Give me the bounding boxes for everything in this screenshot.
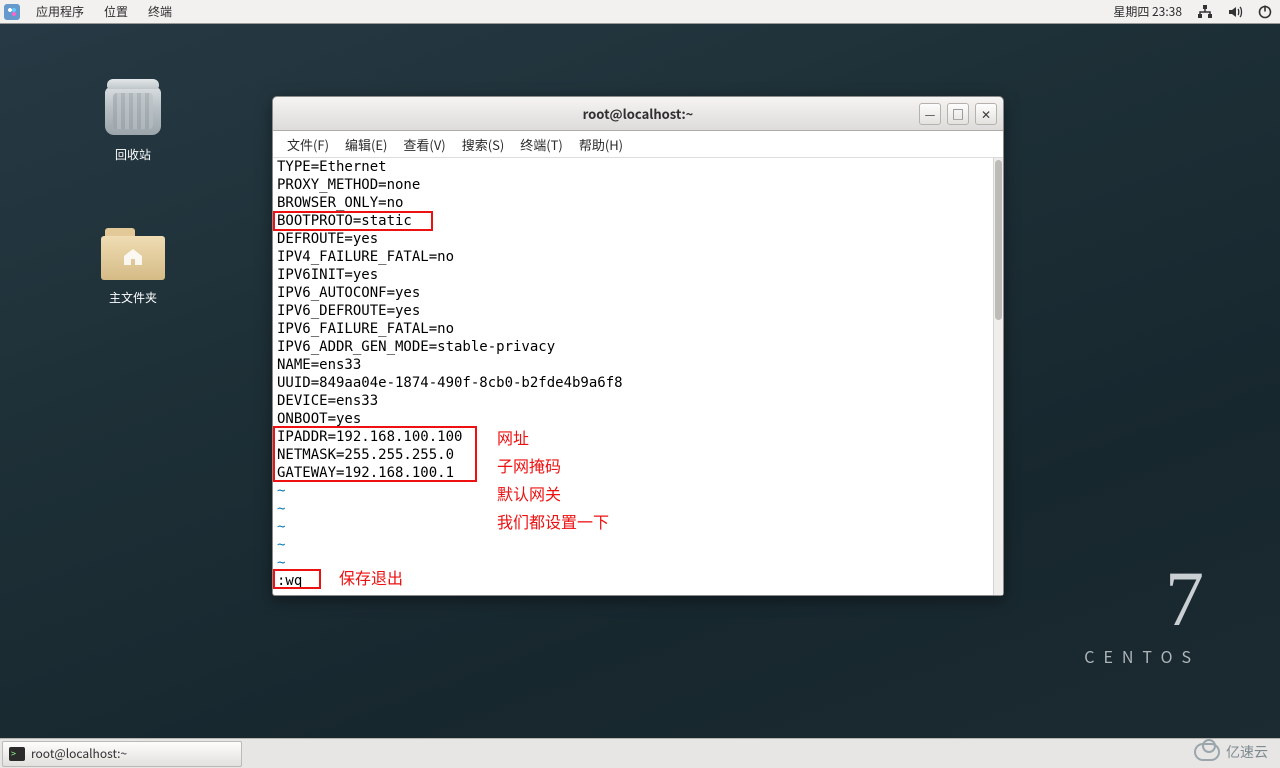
- annotation-addr: 网址: [497, 428, 529, 446]
- annotation-setall: 我们都设置一下: [497, 512, 609, 530]
- network-icon[interactable]: [1196, 3, 1214, 21]
- vim-tilde: ~: [275, 482, 1001, 500]
- file-line: NAME=ens33: [275, 356, 1001, 374]
- scrollbar-thumb[interactable]: [995, 160, 1002, 320]
- menu-view[interactable]: 查看(V): [395, 135, 453, 154]
- desktop: 应用程序 位置 终端 星期四 23:38 回收站 主文件夹: [0, 0, 1280, 768]
- panel-left: 应用程序 位置 终端: [0, 0, 182, 24]
- volume-icon[interactable]: [1226, 3, 1244, 21]
- centos-brand: 7 CENTOS: [1084, 560, 1200, 668]
- file-line: IPV6_DEFROUTE=yes: [275, 302, 1001, 320]
- terminal-window: root@localhost:~ — □ ✕ 文件(F) 编辑(E) 查看(V)…: [272, 96, 1004, 596]
- file-line: DEVICE=ens33: [275, 392, 1001, 410]
- watermark-text: 亿速云: [1226, 742, 1268, 762]
- annotation-mask: 子网掩码: [497, 456, 561, 474]
- file-line: IPV4_FAILURE_FATAL=no: [275, 248, 1001, 266]
- menu-places[interactable]: 位置: [94, 0, 138, 24]
- panel-right: 星期四 23:38: [1105, 3, 1280, 21]
- window-close-button[interactable]: ✕: [975, 103, 997, 125]
- menu-applications[interactable]: 应用程序: [26, 0, 94, 24]
- menu-search[interactable]: 搜索(S): [454, 135, 513, 154]
- terminal-body[interactable]: TYPE=Ethernet PROXY_METHOD=none BROWSER_…: [273, 158, 1003, 595]
- file-line: BOOTPROTO=static: [275, 212, 1001, 230]
- power-icon[interactable]: [1256, 3, 1274, 21]
- file-line: IPV6_FAILURE_FATAL=no: [275, 320, 1001, 338]
- terminal-scrollbar[interactable]: [993, 158, 1003, 595]
- clock[interactable]: 星期四 23:38: [1105, 3, 1190, 20]
- terminal-icon: [9, 747, 25, 761]
- menu-terminal[interactable]: 终端: [138, 0, 182, 24]
- file-line: NETMASK=255.255.255.0: [275, 446, 1001, 464]
- menu-edit[interactable]: 编辑(E): [337, 135, 395, 154]
- vim-tilde: ~: [275, 536, 1001, 554]
- watermark: 亿速云: [1194, 742, 1268, 762]
- file-line: BROWSER_ONLY=no: [275, 194, 1001, 212]
- folder-icon: [101, 228, 165, 280]
- file-line: PROXY_METHOD=none: [275, 176, 1001, 194]
- file-line: IPV6_ADDR_GEN_MODE=stable-privacy: [275, 338, 1001, 356]
- file-line: IPV6INIT=yes: [275, 266, 1001, 284]
- trash-icon: [105, 87, 161, 135]
- menu-terminal[interactable]: 终端(T): [512, 135, 571, 154]
- desktop-icon-trash[interactable]: 回收站: [88, 82, 178, 163]
- vim-tilde: ~: [275, 518, 1001, 536]
- centos-name: CENTOS: [1084, 644, 1200, 668]
- window-titlebar[interactable]: root@localhost:~ — □ ✕: [273, 97, 1003, 131]
- file-line: GATEWAY=192.168.100.1: [275, 464, 1001, 482]
- file-line: IPV6_AUTOCONF=yes: [275, 284, 1001, 302]
- top-panel: 应用程序 位置 终端 星期四 23:38: [0, 0, 1280, 24]
- desktop-icon-home[interactable]: 主文件夹: [88, 225, 178, 306]
- window-minimize-button[interactable]: —: [919, 103, 941, 125]
- file-line: TYPE=Ethernet: [275, 158, 1001, 176]
- menu-help[interactable]: 帮助(H): [571, 135, 631, 154]
- home-icon: [121, 245, 145, 269]
- window-maximize-button[interactable]: □: [947, 103, 969, 125]
- file-line: IPADDR=192.168.100.100: [275, 428, 1001, 446]
- desktop-icon-label: 回收站: [88, 146, 178, 163]
- taskbar-task-terminal[interactable]: root@localhost:~: [2, 741, 242, 767]
- gnome-logo-icon[interactable]: [4, 4, 20, 20]
- window-title: root@localhost:~: [273, 104, 1003, 123]
- centos-version: 7: [1084, 560, 1200, 638]
- annotation-gateway: 默认网关: [497, 484, 561, 502]
- vim-tilde: ~: [275, 500, 1001, 518]
- cloud-icon: [1194, 743, 1220, 761]
- file-line: UUID=849aa04e-1874-490f-8cb0-b2fde4b9a6f…: [275, 374, 1001, 392]
- bottom-taskbar: root@localhost:~: [0, 738, 1280, 768]
- file-line: ONBOOT=yes: [275, 410, 1001, 428]
- menu-file[interactable]: 文件(F): [279, 135, 337, 154]
- terminal-menubar: 文件(F) 编辑(E) 查看(V) 搜索(S) 终端(T) 帮助(H): [273, 131, 1003, 158]
- annotation-save: 保存退出: [339, 568, 403, 586]
- task-label: root@localhost:~: [31, 745, 127, 762]
- desktop-icon-label: 主文件夹: [88, 289, 178, 306]
- file-line: DEFROUTE=yes: [275, 230, 1001, 248]
